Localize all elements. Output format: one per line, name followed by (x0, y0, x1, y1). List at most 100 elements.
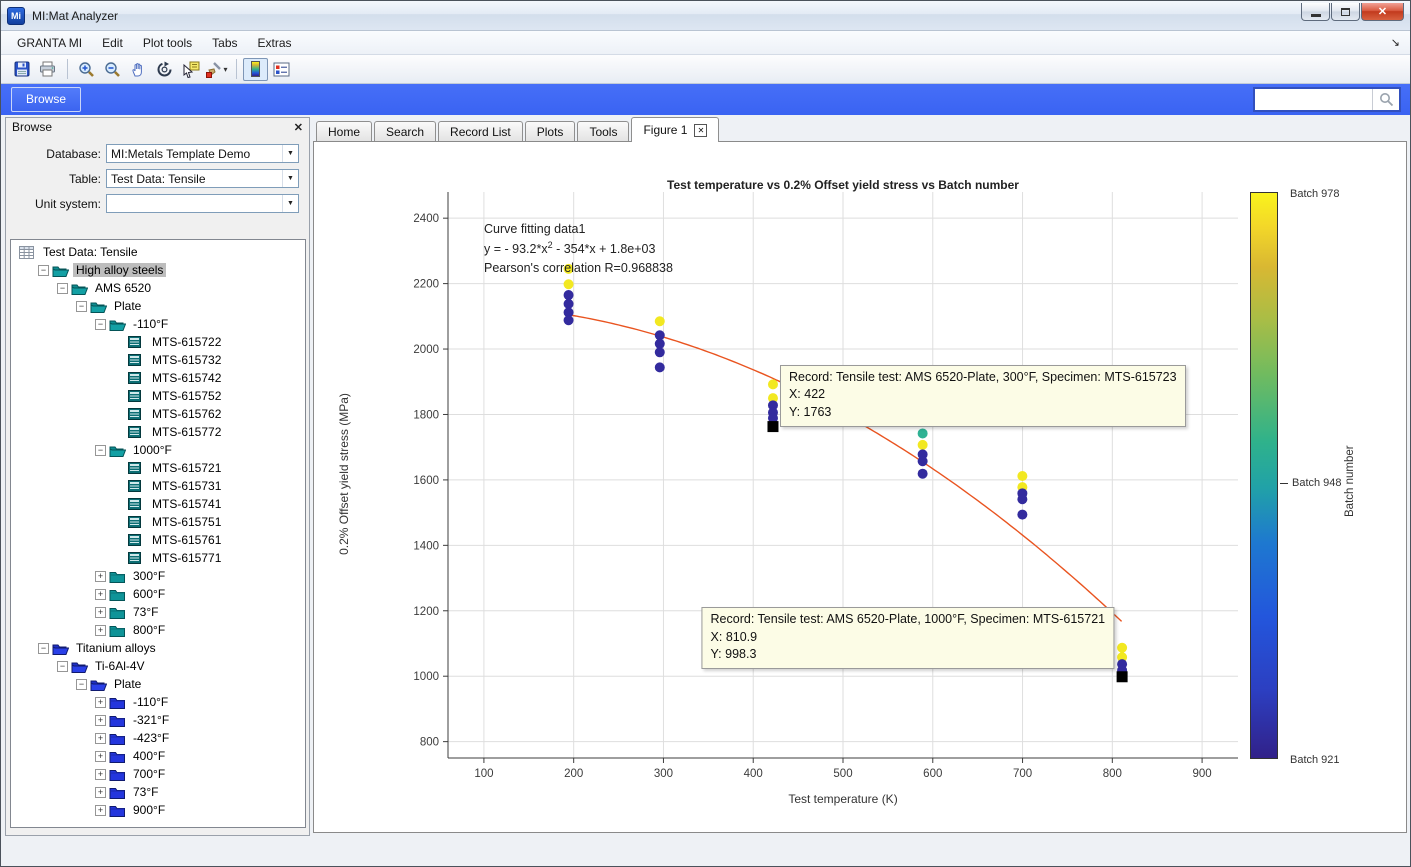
expand-icon[interactable]: + (95, 607, 106, 618)
data-point[interactable] (918, 440, 928, 450)
tree-item[interactable]: MTS-615752 (11, 387, 305, 405)
data-point[interactable] (564, 315, 574, 325)
collapse-icon[interactable]: − (57, 283, 68, 294)
tree-item[interactable]: +700°F (11, 765, 305, 783)
maximize-button[interactable] (1331, 3, 1360, 21)
brush-dropdown-icon[interactable]: ▾ (223, 65, 227, 74)
tree-item[interactable]: +-423°F (11, 729, 305, 747)
expand-icon[interactable]: + (95, 571, 106, 582)
database-select[interactable]: MI:Metals Template Demo ▼ (106, 144, 299, 163)
tree-item[interactable]: −AMS 6520 (11, 279, 305, 297)
tree-item[interactable]: MTS-615751 (11, 513, 305, 531)
tree-item[interactable]: −-110°F (11, 315, 305, 333)
chevron-down-icon[interactable]: ▼ (282, 145, 298, 162)
data-cursor-button[interactable] (178, 58, 203, 81)
tree-item[interactable]: MTS-615732 (11, 351, 305, 369)
selected-data-point[interactable] (1117, 671, 1128, 682)
expand-icon[interactable]: + (95, 805, 106, 816)
collapse-icon[interactable]: − (95, 445, 106, 456)
tree-item[interactable]: −High alloy steels (11, 261, 305, 279)
zoom-out-button[interactable] (100, 58, 125, 81)
search-button[interactable] (1372, 89, 1399, 110)
chevron-down-icon[interactable]: ▼ (282, 170, 298, 187)
tree-item[interactable]: −1000°F (11, 441, 305, 459)
datatip[interactable]: Record: Tensile test: AMS 6520-Plate, 30… (780, 365, 1186, 427)
brush-button[interactable]: ▾ (204, 58, 229, 81)
data-point[interactable] (918, 428, 928, 438)
expand-icon[interactable]: + (95, 625, 106, 636)
tree-item[interactable]: +-321°F (11, 711, 305, 729)
data-point[interactable] (1117, 643, 1127, 653)
insert-legend-button[interactable] (269, 58, 294, 81)
collapse-icon[interactable]: − (38, 643, 49, 654)
unit-system-select[interactable]: ▼ (106, 194, 299, 213)
pan-button[interactable] (126, 58, 151, 81)
close-button[interactable]: ✕ (1361, 3, 1404, 21)
rotate-3d-button[interactable] (152, 58, 177, 81)
save-button[interactable] (9, 58, 34, 81)
data-point[interactable] (1017, 494, 1027, 504)
tree-item[interactable]: MTS-615772 (11, 423, 305, 441)
tab-plots[interactable]: Plots (525, 121, 576, 142)
tree-item[interactable]: MTS-615742 (11, 369, 305, 387)
tree-item[interactable]: MTS-615741 (11, 495, 305, 513)
tab-record-list[interactable]: Record List (438, 121, 523, 142)
data-point[interactable] (655, 339, 665, 349)
tree-item[interactable]: +73°F (11, 783, 305, 801)
data-point[interactable] (655, 362, 665, 372)
tree-item[interactable]: MTS-615722 (11, 333, 305, 351)
tab-close-icon[interactable]: ✕ (694, 124, 707, 137)
tree-item[interactable]: MTS-615731 (11, 477, 305, 495)
tree-item[interactable]: +-110°F (11, 693, 305, 711)
collapse-icon[interactable]: − (38, 265, 49, 276)
tree-item[interactable]: −Ti-6Al-4V (11, 657, 305, 675)
tree-item[interactable]: −Plate (11, 297, 305, 315)
tab-figure-1[interactable]: Figure 1✕ (631, 117, 719, 142)
minimize-button[interactable] (1301, 3, 1330, 21)
tree-item[interactable]: −Plate (11, 675, 305, 693)
tree-item[interactable]: +800°F (11, 621, 305, 639)
close-browse-panel-icon[interactable]: ✕ (294, 121, 303, 134)
collapse-icon[interactable]: − (76, 679, 87, 690)
tree-item[interactable]: Test Data: Tensile (11, 243, 305, 261)
print-button[interactable] (35, 58, 60, 81)
expand-icon[interactable]: + (95, 697, 106, 708)
dock-arrow-icon[interactable]: ↘ (1391, 36, 1400, 49)
data-point[interactable] (918, 456, 928, 466)
tree-item[interactable]: MTS-615721 (11, 459, 305, 477)
tab-tools[interactable]: Tools (577, 121, 629, 142)
menu-extras[interactable]: Extras (248, 33, 302, 53)
table-select[interactable]: Test Data: Tensile ▼ (106, 169, 299, 188)
tree-item[interactable]: +300°F (11, 567, 305, 585)
expand-icon[interactable]: + (95, 733, 106, 744)
data-point[interactable] (768, 379, 778, 389)
insert-colorbar-button[interactable] (243, 58, 268, 81)
tree-item[interactable]: +900°F (11, 801, 305, 819)
tree-item[interactable]: +600°F (11, 585, 305, 603)
menu-edit[interactable]: Edit (92, 33, 133, 53)
data-point[interactable] (564, 279, 574, 289)
selected-data-point[interactable] (767, 421, 778, 432)
tree-item[interactable]: +73°F (11, 603, 305, 621)
data-point[interactable] (655, 330, 665, 340)
tree-item[interactable]: +400°F (11, 747, 305, 765)
expand-icon[interactable]: + (95, 751, 106, 762)
expand-icon[interactable]: + (95, 769, 106, 780)
collapse-icon[interactable]: − (57, 661, 68, 672)
browse-button[interactable]: Browse (11, 87, 81, 112)
zoom-in-button[interactable] (74, 58, 99, 81)
data-point[interactable] (655, 347, 665, 357)
collapse-icon[interactable]: − (95, 319, 106, 330)
tab-search[interactable]: Search (374, 121, 436, 142)
data-point[interactable] (564, 299, 574, 309)
search-input[interactable] (1255, 89, 1372, 110)
chevron-down-icon[interactable]: ▼ (282, 195, 298, 212)
expand-icon[interactable]: + (95, 715, 106, 726)
menu-granta-mi[interactable]: GRANTA MI (7, 33, 92, 53)
fit-curve[interactable] (569, 315, 1122, 622)
tree-item[interactable]: MTS-615761 (11, 531, 305, 549)
data-point[interactable] (918, 469, 928, 479)
data-point[interactable] (564, 290, 574, 300)
expand-icon[interactable]: + (95, 787, 106, 798)
tab-home[interactable]: Home (316, 121, 372, 142)
